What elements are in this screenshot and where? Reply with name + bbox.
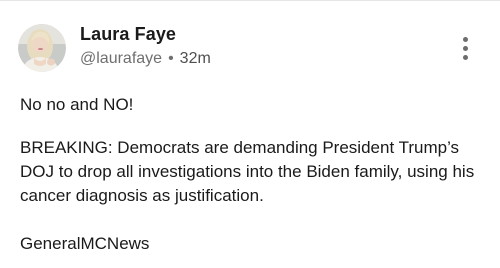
author-meta: @laurafaye • 32m bbox=[80, 50, 211, 68]
post-source-text: GeneralMCNews bbox=[20, 234, 150, 253]
post-text-paragraph: BREAKING: Democrats are demanding Presid… bbox=[20, 138, 475, 205]
meta-separator: • bbox=[168, 50, 174, 67]
post-timestamp[interactable]: 32m bbox=[180, 50, 211, 67]
post-text-line: No no and NO! bbox=[20, 95, 134, 114]
more-vertical-icon bbox=[463, 37, 468, 42]
more-vertical-icon-dot bbox=[463, 55, 468, 60]
more-options-button[interactable] bbox=[455, 35, 477, 63]
author-handle[interactable]: @laurafaye bbox=[80, 50, 162, 67]
avatar-photo-icon bbox=[18, 24, 66, 72]
author-display-name[interactable]: Laura Faye bbox=[80, 24, 176, 45]
post-card: Laura Faye @laurafaye • 32m No no and NO! … bbox=[0, 0, 500, 268]
author-avatar[interactable] bbox=[18, 24, 66, 72]
more-vertical-icon-dot bbox=[463, 46, 468, 51]
